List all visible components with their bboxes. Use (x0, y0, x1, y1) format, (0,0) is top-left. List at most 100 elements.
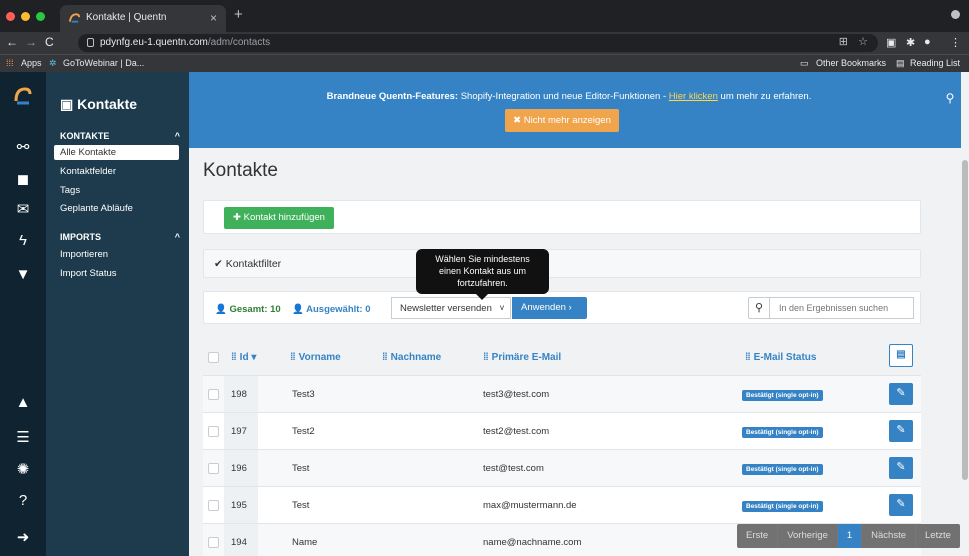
pager-first[interactable]: Erste (737, 524, 779, 548)
extension-icon[interactable]: ▣ (886, 36, 896, 49)
section-imports[interactable]: IMPORTS ^ (60, 232, 184, 242)
filter-toggle[interactable]: ✔ Kontaktfilter (214, 258, 281, 270)
cell-vorname: Test2 (292, 426, 315, 437)
column-header-vorname[interactable]: ⁞⁞ Vorname (290, 352, 341, 363)
lock-icon (87, 38, 94, 47)
row-checkbox[interactable] (208, 389, 219, 400)
logout-icon[interactable]: ➜ (0, 528, 46, 546)
sidebar-item-tags[interactable]: Tags (60, 185, 185, 196)
minimize-window-button[interactable] (21, 12, 30, 21)
banner-link[interactable]: Hier klicken (669, 91, 718, 102)
table-columns-icon: ▤ (896, 349, 906, 360)
row-checkbox[interactable] (208, 426, 219, 437)
browser-tab[interactable]: Kontakte | Quentn × (60, 5, 226, 32)
row-checkbox[interactable] (208, 537, 219, 548)
edit-button[interactable]: ✎ (889, 457, 913, 479)
apply-button[interactable]: Anwenden › (512, 297, 587, 319)
quentn-logo[interactable] (0, 86, 46, 110)
help-icon[interactable]: ? (0, 492, 46, 509)
url-path: /adm/contacts (207, 37, 271, 48)
drag-handle-icon: ⁞⁞ (745, 352, 751, 363)
new-tab-icon[interactable]: + (234, 6, 243, 23)
address-bar[interactable]: pdynfg.eu-1.quentn.com/adm/contacts ⊞ ☆ (78, 34, 878, 52)
quentn-logo-icon (14, 87, 32, 105)
dismiss-banner-button[interactable]: ✖ Nicht mehr anzeigen (505, 109, 619, 132)
sidebar-item-geplante-ablaeufe[interactable]: Geplante Abläufe (60, 203, 185, 214)
column-settings-button[interactable]: ▤ (889, 344, 913, 367)
kebab-menu-icon[interactable]: ⋮ (950, 36, 961, 49)
app-rail: ⚯ ◼ ✉ ϟ ▼ ▲ ☰ ✺ ? ➜ (0, 72, 46, 556)
search-icon[interactable]: ⚲ (748, 297, 770, 319)
gotowebinar-icon: ✲ (49, 58, 57, 68)
column-header-email-status[interactable]: ⁞⁞ E-Mail Status (745, 352, 816, 363)
pager-prev[interactable]: Vorherige (778, 524, 838, 548)
back-icon[interactable]: ← (6, 35, 18, 49)
toolbar-panel: 👤 Gesamt: 10 👤 Ausgewählt: 0 Newsletter … (203, 291, 921, 324)
chrome-menu-dot-icon[interactable] (951, 10, 960, 19)
reload-icon[interactable]: C (45, 35, 54, 49)
table-row[interactable]: 195 Test max@mustermann.de Bestätigt (si… (203, 486, 921, 524)
column-header-email[interactable]: ⁞⁞ Primäre E-Mail (483, 352, 561, 363)
table-row[interactable]: 197 Test2 test2@test.com Bestätigt (sing… (203, 412, 921, 450)
sort-desc-icon: ▾ (251, 352, 257, 363)
bookmark-other[interactable]: Other Bookmarks (816, 58, 886, 68)
row-checkbox[interactable] (208, 500, 219, 511)
avatar[interactable]: ● (924, 36, 931, 48)
translate-icon[interactable]: ⊞ (839, 35, 848, 48)
sidebar-item-import-status[interactable]: Import Status (60, 268, 185, 279)
scrollbar-track[interactable] (961, 72, 969, 556)
list-check-icon[interactable]: ☰ (0, 428, 46, 446)
column-header-id[interactable]: ⁞⁞ Id ▾ (231, 352, 256, 363)
cell-email: test@test.com (483, 463, 544, 474)
scrollbar-thumb[interactable] (962, 160, 968, 480)
sidebar-item-importieren[interactable]: Importieren (60, 249, 185, 260)
cell-id: 194 (231, 537, 247, 548)
table-row[interactable]: 196 Test test@test.com Bestätigt (single… (203, 449, 921, 487)
row-checkbox[interactable] (208, 463, 219, 474)
pager-current[interactable]: 1 (837, 524, 863, 548)
edit-button[interactable]: ✎ (889, 420, 913, 442)
forward-icon[interactable]: → (25, 35, 37, 49)
cell-email: test3@test.com (483, 389, 550, 400)
puzzle-icon[interactable]: ✱ (906, 36, 915, 49)
bolt-icon[interactable]: ϟ (0, 232, 46, 249)
contacts-book-icon[interactable]: ◼ (0, 170, 46, 188)
pager-next[interactable]: Nächste (862, 524, 917, 548)
bell-icon[interactable]: ▲ (0, 394, 46, 411)
bookmark-gotowebinar[interactable]: GoToWebinar | Da... (63, 58, 144, 68)
bookmark-star-icon[interactable]: ☆ (858, 35, 868, 48)
mail-icon[interactable]: ✉ (0, 200, 46, 218)
table-row[interactable]: 198 Test3 test3@test.com Bestätigt (sing… (203, 375, 921, 413)
maximize-window-button[interactable] (36, 12, 45, 21)
bookmark-apps[interactable]: Apps (21, 58, 42, 68)
cell-email: name@nachname.com (483, 537, 582, 548)
add-contact-button[interactable]: ✚ Kontakt hinzufügen (224, 207, 334, 229)
column-header-nachname[interactable]: ⁞⁞ Nachname (382, 352, 441, 363)
section-kontakte[interactable]: KONTAKTE ^ (60, 131, 184, 141)
funnel-icon[interactable]: ▼ (0, 266, 46, 283)
edit-button[interactable]: ✎ (889, 494, 913, 516)
pager-last[interactable]: Letzte (916, 524, 960, 548)
status-badge: Bestätigt (single opt-in) (742, 427, 823, 438)
search-input[interactable] (770, 297, 914, 319)
sidebar-item-kontaktfelder[interactable]: Kontaktfelder (60, 166, 185, 177)
close-window-button[interactable] (6, 12, 15, 21)
cell-vorname: Name (292, 537, 318, 548)
select-all-checkbox[interactable] (208, 352, 219, 363)
search-icon[interactable]: ⚲ (939, 91, 961, 113)
filter-panel[interactable]: ✔ Kontaktfilter (203, 249, 921, 278)
reading-list-icon: ▤ (896, 58, 905, 68)
folder-icon: ▭ (800, 58, 809, 68)
sidebar-item-alle-kontakte[interactable]: Alle Kontakte (54, 145, 179, 160)
close-icon: ✖ (513, 115, 524, 126)
gear-icon[interactable]: ✺ (0, 460, 46, 478)
drag-handle-icon: ⁞⁞ (231, 352, 237, 363)
bulk-action-select[interactable]: Newsletter versenden v (391, 297, 511, 319)
edit-button[interactable]: ✎ (889, 383, 913, 405)
drag-handle-icon: ⁞⁞ (483, 352, 489, 363)
bookmark-reading-list[interactable]: Reading List (910, 58, 960, 68)
flow-icon[interactable]: ⚯ (0, 138, 46, 156)
status-badge: Bestätigt (single opt-in) (742, 390, 823, 401)
cell-id: 196 (231, 463, 247, 474)
close-tab-icon[interactable]: × (210, 11, 217, 25)
